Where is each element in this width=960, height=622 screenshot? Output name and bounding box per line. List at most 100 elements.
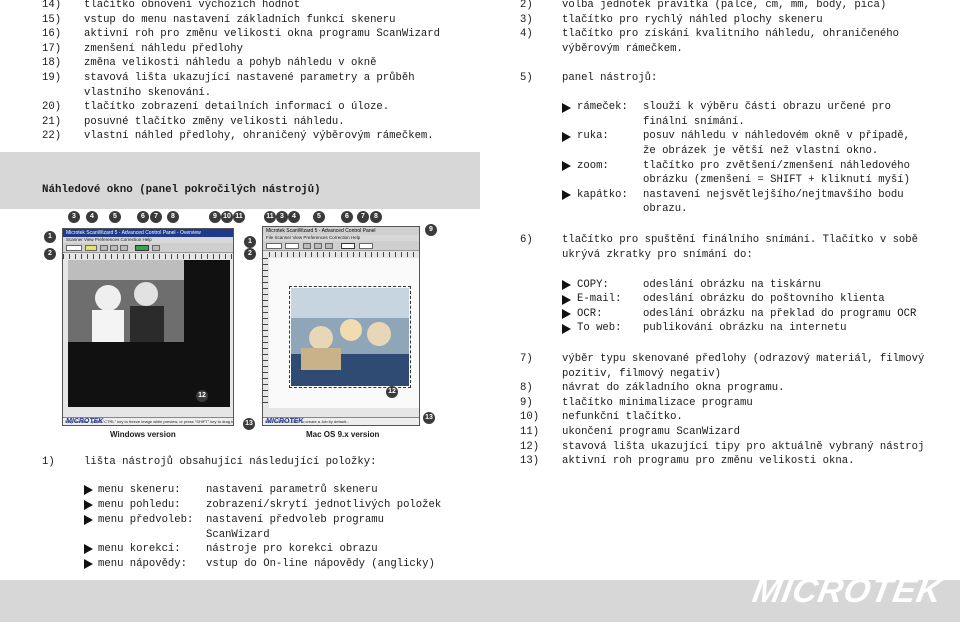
item-number: 12) [520, 440, 540, 453]
shortcut-desc: publikování obrázku na internetu [643, 322, 847, 335]
tool-icon [303, 243, 311, 249]
window-toolbar [263, 241, 419, 251]
scan-button [135, 245, 149, 251]
menu-desc: nastavení předvoleb programu [206, 514, 385, 526]
windows-version-label: Windows version [110, 430, 176, 439]
callout: 12 [386, 386, 398, 398]
item-text: aktivní roh pro změnu velikosti okna pro… [84, 28, 441, 41]
tool-icon [110, 245, 118, 251]
item-text: panel nástrojů: [562, 72, 658, 84]
mini-logo: MICROTEK [66, 418, 104, 425]
item-text: tlačítko pro rychlý náhled plochy skener… [562, 13, 823, 26]
window-titlebar: Microtek ScanWizard 5 - Advanced Control… [263, 227, 419, 235]
item-number: 1) [42, 456, 55, 468]
bullet-arrow-icon [84, 559, 93, 569]
item-number: 2) [520, 0, 533, 11]
item-text: změna velikosti náhledu a pohyb náhledu … [84, 57, 377, 70]
item-text: nefunkční tlačítko. [562, 411, 683, 424]
tool-label: kapátko: [577, 188, 628, 201]
callout: 8 [167, 211, 179, 223]
bullet-arrow-icon [562, 324, 571, 334]
preview-button [85, 245, 97, 251]
menu-desc: ScanWizard [206, 528, 270, 541]
item-number: 22) [42, 130, 62, 143]
bullet-arrow-icon [562, 309, 571, 319]
callout: 2 [244, 248, 256, 260]
item-number: 5) [520, 72, 533, 84]
menu-desc: vstup do On-line nápovědy (anglicky) [206, 558, 435, 570]
item-text: pozitiv, filmový negativ) [562, 367, 721, 380]
item-text: tlačítko pro získání kvalitního náhledu,… [562, 28, 899, 41]
item-number: 11) [520, 426, 540, 438]
item-text: návrat do základního okna programu. [562, 382, 785, 395]
item-number: 14) [42, 0, 62, 11]
callout: 5 [313, 211, 325, 223]
item-number: 16) [42, 28, 62, 41]
tool-icon [314, 243, 322, 249]
item-number: 3) [520, 13, 533, 26]
menu-desc: nastavení parametrů skeneru [206, 484, 378, 496]
bullet-arrow-icon [562, 190, 571, 200]
item-number: 9) [520, 396, 533, 409]
tool-icon [100, 245, 108, 251]
shortcut-desc: odeslání obrázku do poštovního klienta [643, 293, 885, 306]
preview-area [68, 260, 230, 407]
bullet-arrow-icon [84, 500, 93, 510]
section-title: Náhledové okno (panel pokročilých nástro… [42, 184, 321, 196]
callout: 11 [233, 211, 245, 223]
shortcut-label: COPY: [577, 278, 609, 291]
item-number: 15) [42, 13, 62, 26]
callout: 8 [370, 211, 382, 223]
bullet-arrow-icon [562, 161, 571, 171]
shortcut-desc: odeslání obrázku na překlad do programu … [643, 307, 917, 320]
item-number: 20) [42, 101, 62, 114]
tool-desc: obrázku (zmenšení = SHIFT + kliknutí myš… [643, 174, 911, 187]
shortcut-label: E-mail: [577, 293, 622, 306]
scan-button [341, 243, 355, 249]
item-text: vlastní náhled předlohy, ohraničený výbě… [84, 130, 434, 143]
callout: 4 [86, 211, 98, 223]
menu-desc: nástroje pro korekci obrazu [206, 543, 378, 555]
preview-area [269, 258, 419, 408]
tool-icon [325, 243, 333, 249]
tool-label: rámeček: [577, 101, 628, 114]
windows-screenshot: Microtek ScanWizard 5 - Advanced Control… [62, 228, 234, 426]
shortcut-label: OCR: [577, 307, 603, 320]
item-text: ukončení programu ScanWizard [562, 426, 741, 438]
item-text: vlastního skenování. [84, 86, 212, 99]
tool-desc: finální snímání. [643, 115, 745, 128]
item-text: lišta nástrojů obsahující následující po… [84, 456, 377, 468]
microtek-logo: MICROTEK [749, 572, 946, 610]
item-text: stavová lišta ukazující tipy pro aktuáln… [562, 440, 925, 453]
shortcut-desc: odeslání obrázku na tiskárnu [643, 278, 822, 291]
menu-label: menu předvoleb: [98, 514, 194, 526]
callout: 3 [276, 211, 288, 223]
item-text: tlačítko zobrazení detailních informací … [84, 101, 390, 114]
item-text: tlačítko pro spuštění finálního snímání.… [562, 234, 919, 246]
item-number: 8) [520, 382, 533, 395]
tool-desc: nastavení nejsvětlejšího/nejtmavšího bod… [643, 188, 904, 201]
ruler-vertical [263, 258, 268, 408]
menu-label: menu pohledu: [98, 499, 181, 511]
item-number: 7) [520, 353, 533, 365]
tool-icon [152, 245, 160, 251]
tool-icon [120, 245, 128, 251]
callout: 10 [221, 211, 233, 223]
mac-version-label: Mac OS 9.x version [306, 430, 380, 439]
bullet-arrow-icon [84, 515, 93, 525]
tool-desc: posuv náhledu v náhledovém okně v případ… [643, 130, 911, 143]
callout: 6 [137, 211, 149, 223]
preview-button [285, 243, 299, 249]
ruler-horizontal [269, 252, 419, 257]
ruler-horizontal [63, 254, 233, 259]
item-text: stavová lišta ukazující nastavené parame… [84, 72, 415, 84]
item-text: volba jednotek pravítka (palce, cm, mm, … [562, 0, 887, 11]
bullet-arrow-icon [562, 132, 571, 142]
item-number: 19) [42, 72, 62, 84]
item-number: 17) [42, 42, 62, 55]
item-number: 21) [42, 115, 62, 128]
callout: 7 [357, 211, 369, 223]
callout: 5 [109, 211, 121, 223]
item-text: tlačítko minimalizace programu [562, 396, 753, 409]
units-select [66, 245, 82, 251]
